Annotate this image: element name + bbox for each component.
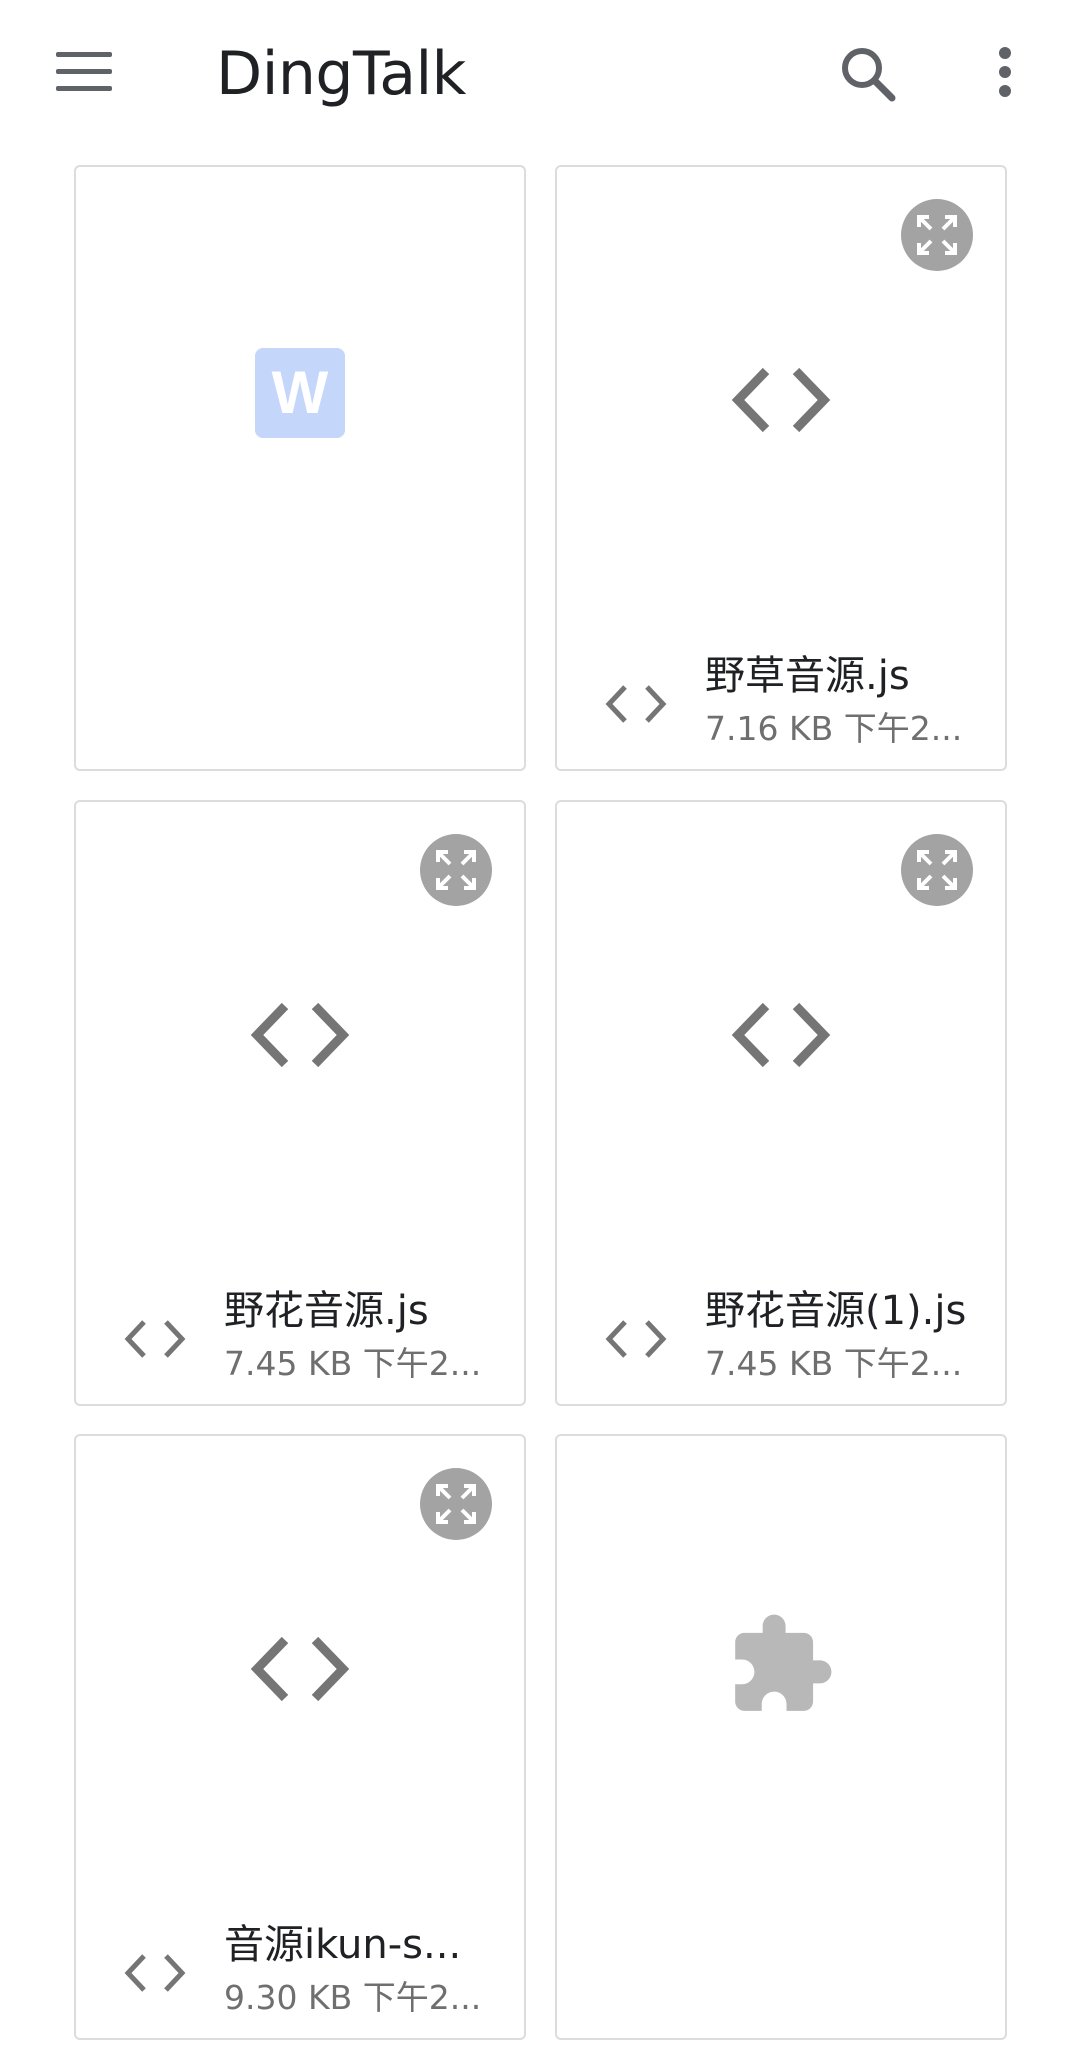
code-preview-icon [726, 365, 836, 435]
word-doc-icon: W [255, 348, 345, 438]
file-card[interactable]: 野花音源.js 7.45 KB 下午2... [74, 800, 526, 1406]
file-meta: 7.45 KB 下午2... [705, 1344, 963, 1383]
file-name: 野花音源(1).js [705, 1288, 967, 1334]
file-info: 野草音源.js 7.16 KB 下午2... [557, 629, 1005, 769]
file-card[interactable]: 野花音源(1).js 7.45 KB 下午2... [555, 800, 1007, 1406]
file-name: 音源ikun-s... [224, 1922, 462, 1968]
code-icon [605, 683, 667, 725]
file-info: 音源ikun-s... 9.30 KB 下午2... [76, 1898, 524, 2038]
expand-icon[interactable] [901, 199, 973, 271]
file-meta: 7.45 KB 下午2... [224, 1344, 482, 1383]
file-name: 野草音源.js [705, 653, 910, 699]
file-card-extension[interactable] [555, 1434, 1007, 2040]
expand-icon[interactable] [901, 834, 973, 906]
file-card[interactable]: 音源ikun-s... 9.30 KB 下午2... [74, 1434, 526, 2040]
file-info: 野花音源(1).js 7.45 KB 下午2... [557, 1264, 1005, 1404]
code-preview-icon [726, 1000, 836, 1070]
puzzle-icon [726, 1610, 836, 1720]
code-icon [605, 1318, 667, 1360]
file-card[interactable]: 野草音源.js 7.16 KB 下午2... [555, 165, 1007, 771]
expand-icon[interactable] [420, 834, 492, 906]
code-preview-icon [245, 1000, 355, 1070]
code-preview-icon [245, 1634, 355, 1704]
file-card-word[interactable]: W [74, 165, 526, 771]
code-icon [124, 1952, 186, 1994]
file-meta: 9.30 KB 下午2... [224, 1978, 482, 2017]
file-name: 野花音源.js [224, 1288, 429, 1334]
file-meta: 7.16 KB 下午2... [705, 709, 963, 748]
code-icon [124, 1318, 186, 1360]
file-grid: W 野草音源.js 7.16 KB 下午2... 野花音源.js 7.45 KB… [0, 0, 1080, 2056]
file-info: 野花音源.js 7.45 KB 下午2... [76, 1264, 524, 1404]
expand-icon[interactable] [420, 1468, 492, 1540]
